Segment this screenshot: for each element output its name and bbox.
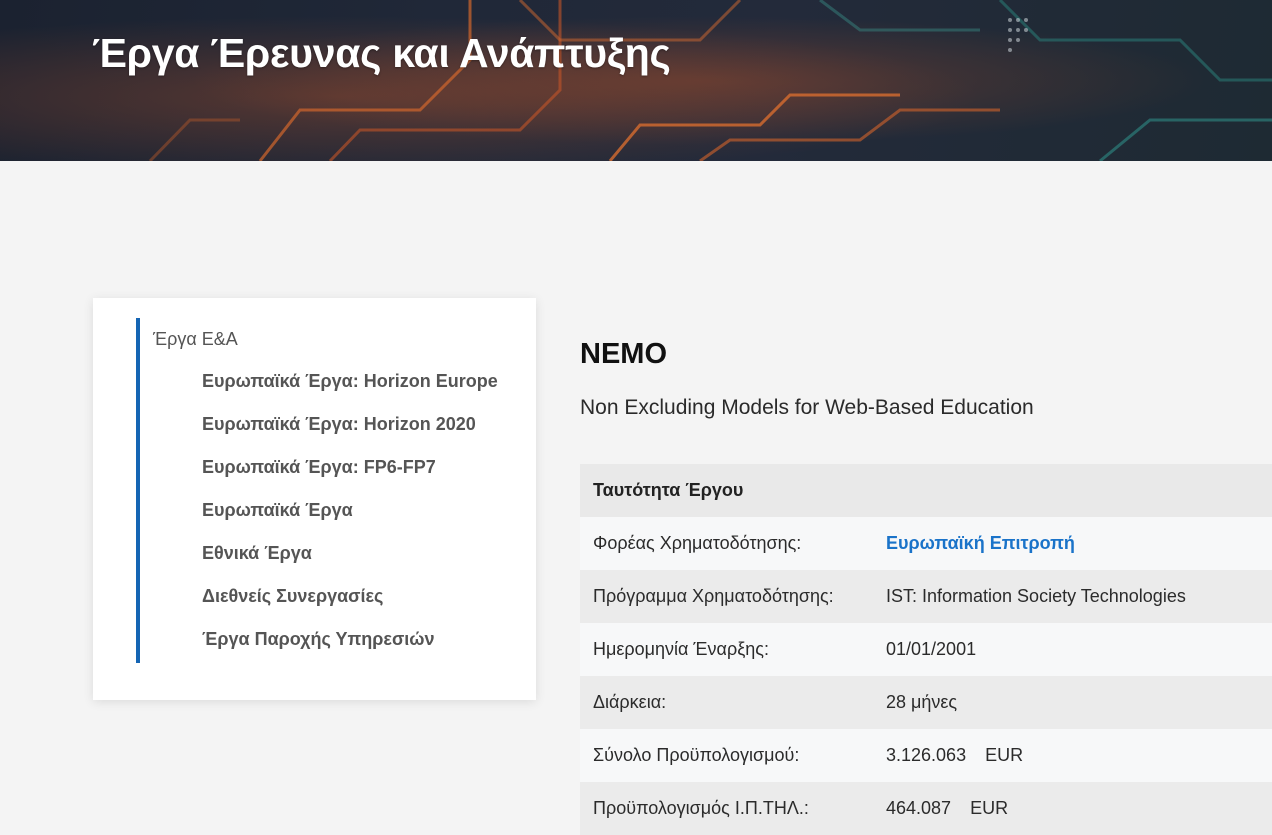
budget-currency: EUR	[985, 745, 1024, 765]
budget-currency: EUR	[970, 798, 1009, 818]
sidebar-item-root[interactable]: Έργα Ε&Α	[153, 329, 238, 350]
info-label: Ημερομηνία Έναρξης:	[593, 639, 769, 659]
info-value: 28 μήνες	[886, 692, 958, 712]
page-title: Έργα Έρευνας και Ανάπτυξης	[92, 30, 671, 76]
funding-body-link[interactable]: Ευρωπαϊκή Επιτροπή	[886, 533, 1075, 553]
project-full-title: Non Excluding Models for Web-Based Educa…	[580, 396, 1034, 419]
info-row-duration: Διάρκεια: 28 μήνες	[580, 676, 1272, 729]
info-label: Φορέας Χρηματοδότησης:	[593, 533, 802, 553]
circuit-background-image	[0, 0, 1272, 161]
project-acronym: NEMO	[580, 338, 667, 370]
info-row-start-date: Ημερομηνία Έναρξης: 01/01/2001	[580, 623, 1272, 676]
info-value: 3.126.063 EUR	[886, 745, 1272, 766]
budget-amount: 3.126.063	[886, 745, 967, 765]
info-value: Ευρωπαϊκή Επιτροπή	[886, 533, 1272, 554]
sidebar-item-national-projects[interactable]: Εθνικά Έργα	[202, 543, 498, 586]
info-label: Διάρκεια:	[593, 692, 667, 712]
sidebar-item-horizon-2020[interactable]: Ευρωπαϊκά Έργα: Horizon 2020	[202, 414, 498, 457]
info-value: 464.087 EUR	[886, 798, 1272, 819]
info-row-institute-budget: Προϋπολογισμός Ι.Π.ΤΗΛ.: 464.087 EUR	[580, 782, 1272, 835]
sidebar-submenu: Ευρωπαϊκά Έργα: Horizon Europe Ευρωπαϊκά…	[202, 371, 498, 672]
sidebar-item-fp6-fp7[interactable]: Ευρωπαϊκά Έργα: FP6-FP7	[202, 457, 498, 500]
info-label: Σύνολο Προϋπολογισμού:	[593, 745, 800, 765]
sidebar-item-service-projects[interactable]: Έργα Παροχής Υπηρεσιών	[202, 629, 498, 672]
project-info-table: Ταυτότητα Έργου Φορέας Χρηματοδότησης: Ε…	[580, 464, 1272, 835]
info-value: 01/01/2001	[886, 639, 977, 659]
budget-amount: 464.087	[886, 798, 952, 818]
info-table-header: Ταυτότητα Έργου	[580, 464, 1272, 517]
sidebar-active-rail	[136, 318, 140, 663]
info-label: Προϋπολογισμός Ι.Π.ΤΗΛ.:	[593, 798, 809, 818]
info-row-total-budget: Σύνολο Προϋπολογισμού: 3.126.063 EUR	[580, 729, 1272, 782]
sidebar-item-horizon-europe[interactable]: Ευρωπαϊκά Έργα: Horizon Europe	[202, 371, 498, 414]
sidebar-nav: Έργα Ε&Α Ευρωπαϊκά Έργα: Horizon Europe …	[93, 298, 536, 700]
sidebar-item-international-cooperations[interactable]: Διεθνείς Συνεργασίες	[202, 586, 498, 629]
info-label: Πρόγραμμα Χρηματοδότησης:	[593, 586, 834, 606]
info-row-funding-body: Φορέας Χρηματοδότησης: Ευρωπαϊκή Επιτροπ…	[580, 517, 1272, 570]
sidebar-item-european-projects[interactable]: Ευρωπαϊκά Έργα	[202, 500, 498, 543]
info-row-funding-program: Πρόγραμμα Χρηματοδότησης: IST: Informati…	[580, 570, 1272, 623]
hero-banner: Έργα Έρευνας και Ανάπτυξης	[0, 0, 1272, 161]
info-value: IST: Information Society Technologies	[886, 586, 1186, 606]
